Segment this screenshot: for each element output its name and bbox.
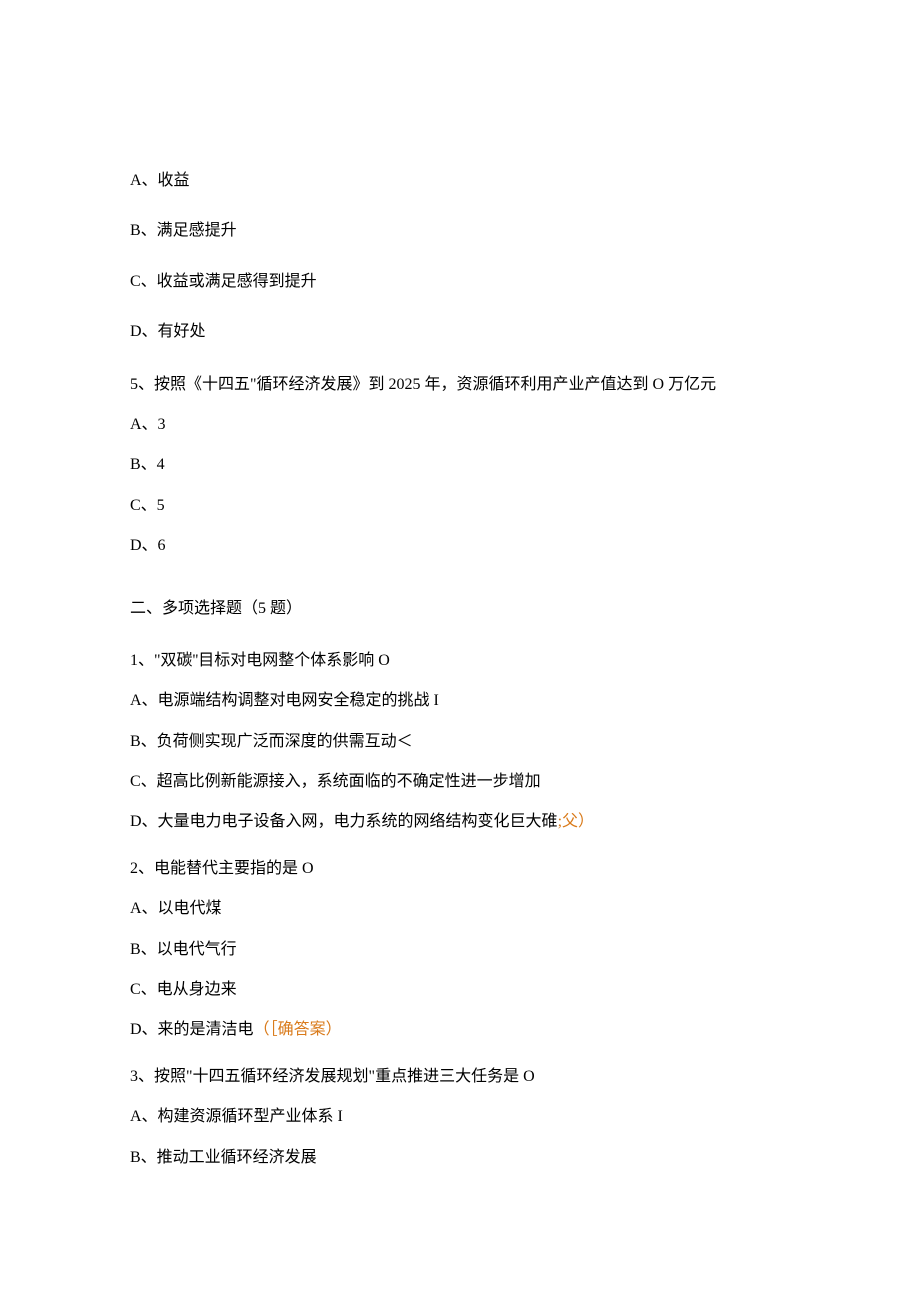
- q5-option-b: B、4: [130, 454, 790, 476]
- m2-option-b: B、以电代气行: [130, 939, 790, 961]
- m1-option-c: C、超高比例新能源接入，系统面临的不确定性进一步增加: [130, 771, 790, 793]
- m2-option-d: D、来的是清洁电（［确答案）: [130, 1019, 790, 1041]
- q5-option-a: A、3: [130, 414, 790, 436]
- m2-answer-marker: （［确答案）: [254, 1021, 342, 1038]
- m2-option-c: C、电从身边来: [130, 979, 790, 1001]
- q5-text: 5、按照《十四五"循环经济发展》到 2025 年，资源循环利用产业产值达到 O …: [130, 374, 790, 396]
- section-2-heading: 二、多项选择题（5 题）: [130, 598, 790, 620]
- m1-answer-marker: ;父）: [558, 813, 594, 830]
- q4-option-d: D、有好处: [130, 321, 790, 343]
- m3-option-b: B、推动工业循环经济发展: [130, 1147, 790, 1169]
- q5-option-d: D、6: [130, 535, 790, 557]
- m2-option-a: A、以电代煤: [130, 898, 790, 920]
- m2-option-d-text: D、来的是清洁电: [130, 1021, 254, 1038]
- q5-option-c: C、5: [130, 495, 790, 517]
- m3-text: 3、按照"十四五循环经济发展规划"重点推进三大任务是 O: [130, 1066, 790, 1088]
- m2-text: 2、电能替代主要指的是 O: [130, 858, 790, 880]
- m1-option-d-text: D、大量电力电子设备入网，电力系统的网络结构变化巨大碓: [130, 813, 558, 830]
- m1-option-d: D、大量电力电子设备入网，电力系统的网络结构变化巨大碓;父）: [130, 811, 790, 833]
- m1-option-a: A、电源端结构调整对电网安全稳定的挑战 I: [130, 690, 790, 712]
- m3-option-a: A、构建资源循环型产业体系 I: [130, 1106, 790, 1128]
- m1-text: 1、"双碳''目标对电网整个体系影响 O: [130, 650, 790, 672]
- q4-option-b: B、满足感提升: [130, 220, 790, 242]
- q4-option-c: C、收益或满足感得到提升: [130, 271, 790, 293]
- m1-option-b: B、负荷侧实现广泛而深度的供需互动＜: [130, 731, 790, 753]
- q4-option-a: A、收益: [130, 170, 790, 192]
